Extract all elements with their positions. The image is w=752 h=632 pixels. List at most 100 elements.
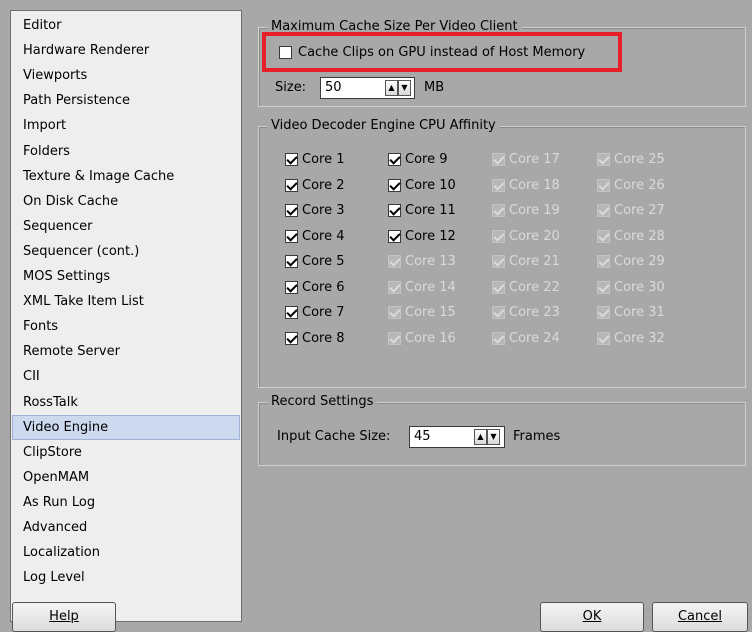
core-checkbox	[492, 229, 505, 243]
core-label: Core 2	[302, 177, 345, 193]
core-label: Core 25	[614, 152, 665, 167]
core-label: Core 12	[405, 228, 456, 244]
core-label: Core 27	[614, 203, 665, 218]
core-checkbox	[492, 204, 505, 217]
core-label: Core 18	[509, 177, 560, 193]
sidebar-item[interactable]: XML Take Item List	[12, 289, 240, 314]
input-cache-spinbox[interactable]: 45 ▲ ▼	[409, 426, 505, 448]
arrow-up-icon[interactable]: ▲	[385, 80, 398, 96]
core-label: Core 21	[509, 254, 560, 269]
core-label: Core 9	[405, 152, 448, 167]
core-label: Core 23	[509, 305, 560, 320]
core-label: Core 19	[509, 203, 560, 218]
core-checkbox[interactable]	[388, 204, 401, 217]
sidebar-item[interactable]: Path Persistence	[12, 88, 240, 113]
core-checkbox[interactable]	[388, 178, 401, 192]
core-checkbox[interactable]	[285, 153, 298, 166]
size-label: Size:	[275, 80, 307, 95]
sidebar-item[interactable]: Hardware Renderer	[12, 38, 240, 63]
arrow-down-icon[interactable]: ▼	[487, 429, 500, 445]
core-checkbox	[388, 280, 401, 294]
sidebar-item[interactable]: Viewports	[12, 63, 240, 88]
core-checkbox	[492, 306, 505, 319]
sidebar-item[interactable]: Folders	[12, 139, 240, 164]
core-checkbox	[492, 255, 505, 268]
core-checkbox[interactable]	[388, 229, 401, 243]
core-label: Core 1	[302, 152, 345, 167]
input-cache-value: 45	[414, 429, 431, 444]
core-label: Core 14	[405, 279, 456, 295]
core-label: Core 5	[302, 254, 345, 269]
arrow-up-icon[interactable]: ▲	[474, 429, 487, 445]
sidebar-item[interactable]: Log Level	[12, 565, 240, 590]
gpu-cache-label[interactable]: Cache Clips on GPU instead of Host Memor…	[298, 45, 585, 61]
core-label: Core 10	[405, 177, 456, 193]
input-cache-unit: Frames	[513, 429, 561, 444]
sidebar-item[interactable]: Localization	[12, 540, 240, 565]
core-label: Core 29	[614, 254, 665, 269]
sidebar-item[interactable]: As Run Log	[12, 490, 240, 515]
sidebar-item[interactable]: OpenMAM	[12, 465, 240, 490]
core-checkbox	[388, 331, 401, 345]
sidebar-item[interactable]: Import	[12, 113, 240, 138]
core-label: Core 32	[614, 330, 665, 346]
core-checkbox	[492, 178, 505, 192]
size-unit: MB	[424, 80, 445, 95]
core-checkbox[interactable]	[285, 229, 298, 243]
sidebar-item[interactable]: Video Engine	[12, 414, 240, 440]
core-checkbox[interactable]	[285, 204, 298, 217]
cache-size-spinbox[interactable]: 50 ▲ ▼	[320, 77, 415, 99]
core-label: Core 22	[509, 279, 560, 295]
core-label: Core 11	[405, 203, 456, 218]
core-checkbox[interactable]	[388, 153, 401, 166]
sidebar-item[interactable]: Texture & Image Cache	[12, 164, 240, 189]
core-checkbox[interactable]	[285, 280, 298, 294]
core-checkbox[interactable]	[285, 178, 298, 192]
core-label: Core 4	[302, 228, 345, 244]
core-checkbox	[597, 306, 610, 319]
core-checkbox[interactable]	[285, 331, 298, 345]
core-checkbox	[597, 204, 610, 217]
core-label: Core 17	[509, 152, 560, 167]
core-label: Core 6	[302, 279, 345, 295]
sidebar-item[interactable]: MOS Settings	[12, 264, 240, 289]
sidebar-item[interactable]: Fonts	[12, 314, 240, 339]
core-label: Core 28	[614, 228, 665, 244]
core-label: Core 30	[614, 279, 665, 295]
ok-button[interactable]: OK	[540, 602, 644, 632]
cache-group-title: Maximum Cache Size Per Video Client	[267, 19, 522, 35]
sidebar-item[interactable]: Sequencer (cont.)	[12, 239, 240, 264]
arrow-down-icon[interactable]: ▼	[398, 80, 411, 96]
preferences-sidebar: Editor Hardware Renderer Viewports Path Per…	[10, 10, 242, 622]
core-label: Core 13	[405, 254, 456, 269]
core-label: Core 7	[302, 305, 345, 320]
core-label: Core 8	[302, 330, 345, 346]
core-checkbox	[597, 229, 610, 243]
sidebar-item[interactable]: Remote Server	[12, 339, 240, 364]
core-checkbox	[597, 255, 610, 268]
core-checkbox	[492, 280, 505, 294]
core-checkbox[interactable]	[285, 306, 298, 319]
cache-size-value: 50	[325, 80, 342, 95]
input-cache-label: Input Cache Size:	[277, 429, 391, 444]
cancel-button[interactable]: Cancel	[652, 602, 748, 632]
core-label: Core 16	[405, 330, 456, 346]
sidebar-item[interactable]: Sequencer	[12, 214, 240, 239]
gpu-cache-checkbox[interactable]	[279, 46, 292, 59]
help-button[interactable]: Help	[12, 602, 116, 632]
core-checkbox	[597, 331, 610, 345]
affinity-group-title: Video Decoder Engine CPU Affinity	[267, 118, 500, 134]
sidebar-item[interactable]: On Disk Cache	[12, 189, 240, 214]
sidebar-item[interactable]: RossTalk	[12, 390, 240, 415]
sidebar-item[interactable]: ClipStore	[12, 440, 240, 465]
core-checkbox	[388, 306, 401, 319]
sidebar-item[interactable]: CII	[12, 364, 240, 389]
record-group-title: Record Settings	[267, 394, 378, 410]
core-checkbox	[597, 153, 610, 166]
core-checkbox[interactable]	[285, 255, 298, 268]
core-label: Core 31	[614, 305, 665, 320]
core-checkbox	[597, 280, 610, 294]
sidebar-item[interactable]: Editor	[12, 13, 240, 38]
core-checkbox	[388, 255, 401, 268]
sidebar-item[interactable]: Advanced	[12, 515, 240, 540]
